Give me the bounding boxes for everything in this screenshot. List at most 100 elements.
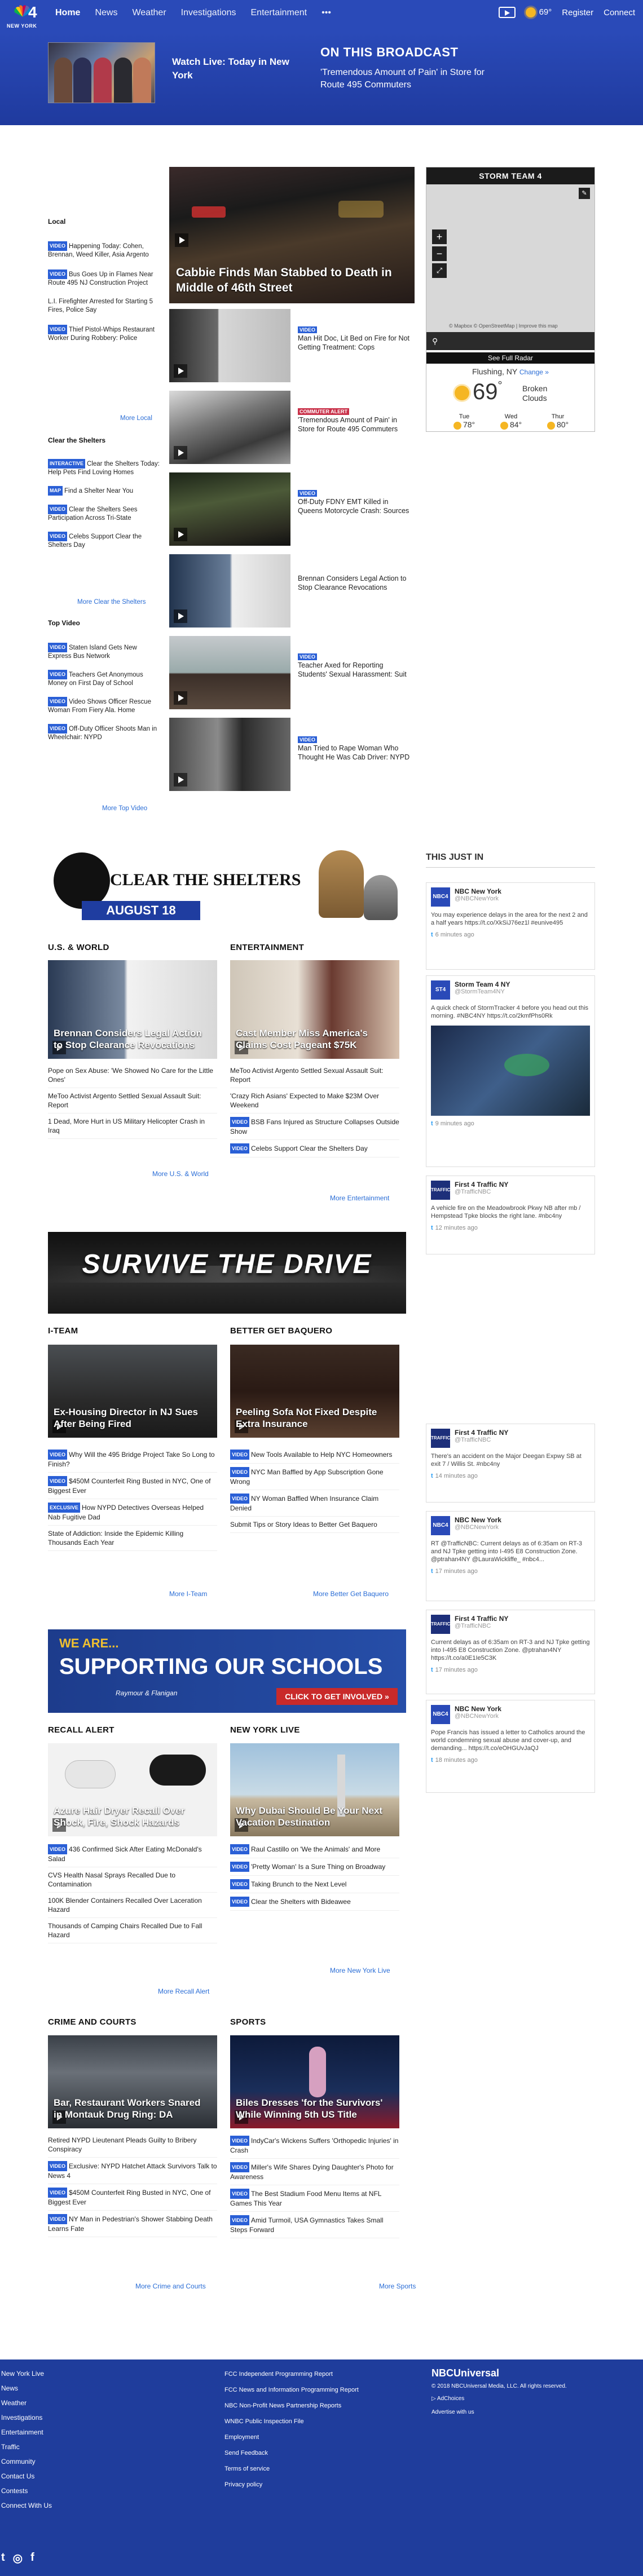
survive-the-drive-banner[interactable]: SURVIVE THE DRIVE xyxy=(48,1232,406,1314)
footer-link[interactable]: WNBC Public Inspection File xyxy=(224,2414,359,2429)
mid-story-item[interactable]: COMMUTER ALERT 'Tremendous Amount of Pain… xyxy=(298,408,413,434)
list-item[interactable]: VIDEO Amid Turmoil, USA Gymnastics Takes … xyxy=(230,2212,399,2238)
advertise-link[interactable]: Advertise with us xyxy=(431,2409,474,2415)
story-thumb[interactable] xyxy=(169,554,290,628)
local-item[interactable]: VIDEO Thief Pistol-Whips Restaurant Worke… xyxy=(48,325,161,343)
list-item[interactable]: VIDEO Taking Brunch to the Next Level xyxy=(230,1876,399,1893)
list-item[interactable]: VIDEO 436 Confirmed Sick After Eating McD… xyxy=(48,1841,217,1867)
nbc4-logo[interactable]: 4 NEW YORK xyxy=(6,3,39,30)
feed-card[interactable]: TRAFFIC First 4 Traffic NY @TrafficNBC A… xyxy=(426,1176,595,1254)
more-i-team-link[interactable]: More I-Team xyxy=(169,1590,207,1598)
footer-link[interactable]: Traffic xyxy=(1,2440,52,2454)
feed-card[interactable]: NBC4 NBC New York @NBCNewYork RT @Traffi… xyxy=(426,1511,595,1601)
sports-thumb[interactable]: Biles Dresses 'for the Survivors' While … xyxy=(230,2035,399,2128)
footer-link[interactable]: Contests xyxy=(1,2484,52,2498)
feed-card[interactable]: NBC4 NBC New York @NBCNewYork Pope Franc… xyxy=(426,1700,595,1793)
crime-thumb[interactable]: Bar, Restaurant Workers Snared in Montau… xyxy=(48,2035,217,2128)
nav-more-button[interactable]: ••• xyxy=(322,8,331,18)
recall-thumb[interactable]: Azure Hair Dryer Recall Over Shock, Fire… xyxy=(48,1743,217,1836)
list-item[interactable]: VIDEO NYC Man Baffled by App Subscription… xyxy=(230,1464,399,1490)
list-item[interactable]: VIDEO BSB Fans Injured as Structure Colla… xyxy=(230,1114,399,1140)
entertainment-thumb[interactable]: Cast Member Miss America's Claims Cost P… xyxy=(230,960,399,1059)
ny-live-thumb[interactable]: Why Dubai Should Be Your Next Vacation D… xyxy=(230,1743,399,1836)
story-thumb[interactable] xyxy=(169,472,290,546)
more-entertainment-link[interactable]: More Entertainment xyxy=(330,1194,389,1202)
nav-news[interactable]: News xyxy=(95,8,117,18)
feed-card[interactable]: ST4 Storm Team 4 NY @StormTeam4NY A quic… xyxy=(426,975,595,1167)
mid-story-item[interactable]: VIDEO Teacher Axed for Reporting Students… xyxy=(298,653,413,679)
list-item[interactable]: VIDEO IndyCar's Wickens Suffers 'Orthoped… xyxy=(230,2132,399,2159)
register-link[interactable]: Register xyxy=(562,8,593,17)
radar-timeline[interactable]: ⚲ xyxy=(426,332,594,350)
list-item[interactable]: VIDEO Celebs Support Clear the Shelters D… xyxy=(230,1140,399,1157)
list-item[interactable]: Retired NYPD Lieutenant Pleads Guilty to… xyxy=(48,2132,217,2158)
more-top-video-link[interactable]: More Top Video xyxy=(102,805,147,812)
footer-link[interactable]: Terms of service xyxy=(224,2461,359,2477)
mid-story-item[interactable]: VIDEO Off-Duty FDNY EMT Killed in Queens … xyxy=(298,489,413,515)
footer-link[interactable]: Contact Us xyxy=(1,2469,52,2484)
footer-link[interactable]: Privacy policy xyxy=(224,2477,359,2493)
connect-link[interactable]: Connect xyxy=(604,8,635,17)
i-team-thumb[interactable]: Ex-Housing Director in NJ Sues After Bei… xyxy=(48,1345,217,1438)
list-item[interactable]: Pope on Sex Abuse: 'We Showed No Care fo… xyxy=(48,1063,217,1088)
local-item[interactable]: VIDEO Happening Today: Cohen, Brennan, We… xyxy=(48,241,161,259)
footer-link[interactable]: Employment xyxy=(224,2429,359,2445)
list-item[interactable]: EXCLUSIVE How NYPD Detectives Overseas He… xyxy=(48,1499,217,1526)
change-location-link[interactable]: Change » xyxy=(519,368,549,376)
footer-link[interactable]: Send Feedback xyxy=(224,2445,359,2461)
zoom-out-button[interactable]: − xyxy=(432,246,447,261)
list-item[interactable]: VIDEO The Best Stadium Food Menu Items at… xyxy=(230,2185,399,2212)
more-sports-link[interactable]: More Sports xyxy=(379,2282,416,2290)
see-full-radar-button[interactable]: See Full Radar xyxy=(426,352,594,364)
top-video-item[interactable]: VIDEO Staten Island Gets New Express Bus … xyxy=(48,643,161,661)
broadcast-anchors-image[interactable] xyxy=(48,42,155,103)
mid-story-item[interactable]: VIDEO Man Tried to Rape Woman Who Thought… xyxy=(298,736,413,762)
clear-shelters-item[interactable]: VIDEO Celebs Support Clear the Shelters D… xyxy=(48,532,161,550)
list-item[interactable]: VIDEO Why Will the 495 Bridge Project Tak… xyxy=(48,1446,217,1473)
story-thumb[interactable] xyxy=(169,636,290,709)
top-video-item[interactable]: VIDEO Off-Duty Officer Shoots Man in Whee… xyxy=(48,724,161,742)
top-video-item[interactable]: VIDEO Video Shows Officer Rescue Woman Fr… xyxy=(48,697,161,715)
list-item[interactable]: VIDEO Miller's Wife Shares Dying Daughter… xyxy=(230,2159,399,2185)
watch-live-link[interactable]: Watch Live: Today in New York xyxy=(172,55,302,82)
local-item[interactable]: L.I. Firefighter Arrested for Starting 5… xyxy=(48,298,161,315)
local-item[interactable]: VIDEO Bus Goes Up in Flames Near Route 49… xyxy=(48,269,161,288)
more-local-link[interactable]: More Local xyxy=(120,415,152,422)
tv-live-icon[interactable] xyxy=(498,7,516,18)
more-ny-live-link[interactable]: More New York Live xyxy=(330,1967,390,1974)
us-world-thumb[interactable]: Brennan Considers Legal Action to Stop C… xyxy=(48,960,217,1059)
more-clear-shelters-link[interactable]: More Clear the Shelters xyxy=(77,599,146,606)
list-item[interactable]: VIDEO $450M Counterfeit Ring Busted in NY… xyxy=(48,1473,217,1499)
story-thumb[interactable] xyxy=(169,391,290,464)
clear-shelters-item[interactable]: VIDEO Clear the Shelters Sees Participati… xyxy=(48,505,161,523)
more-recall-link[interactable]: More Recall Alert xyxy=(158,1987,209,1995)
facebook-icon[interactable]: f xyxy=(30,2551,34,2565)
mid-story-item[interactable]: VIDEO Man Hit Doc, Lit Bed on Fire for No… xyxy=(298,326,413,352)
list-item[interactable]: VIDEO $450M Counterfeit Ring Busted in NY… xyxy=(48,2184,217,2211)
footer-link[interactable]: Entertainment xyxy=(1,2425,52,2440)
list-item[interactable]: 'Crazy Rich Asians' Expected to Make $23… xyxy=(230,1088,399,1114)
footer-link[interactable]: Connect With Us xyxy=(1,2498,52,2513)
list-item[interactable]: VIDEO NY Woman Baffled When Insurance Cla… xyxy=(230,1490,399,1517)
footer-link[interactable]: FCC Independent Programming Report xyxy=(224,2366,359,2382)
story-thumb[interactable] xyxy=(169,718,290,791)
feed-card[interactable]: TRAFFIC First 4 Traffic NY @TrafficNBC C… xyxy=(426,1610,595,1694)
list-item[interactable]: VIDEO New Tools Available to Help NYC Hom… xyxy=(230,1446,399,1464)
footer-link[interactable]: New York Live xyxy=(1,2366,52,2381)
twitter-icon[interactable]: t xyxy=(1,2551,5,2565)
list-item[interactable]: VIDEO Exclusive: NYPD Hatchet Attack Surv… xyxy=(48,2158,217,2184)
edit-icon[interactable]: ✎ xyxy=(579,188,590,199)
clear-the-shelters-banner[interactable]: CLEAR THE SHELTERS AUGUST 18 xyxy=(48,847,403,943)
list-item[interactable]: MeToo Activist Argento Settled Sexual As… xyxy=(48,1088,217,1114)
fullscreen-icon[interactable]: ⤢ xyxy=(432,263,447,278)
feed-card[interactable]: NBC4 NBC New York @NBCNewYork You may ex… xyxy=(426,882,595,970)
list-item[interactable]: VIDEO Raul Castillo on 'We the Animals' a… xyxy=(230,1841,399,1858)
instagram-icon[interactable]: ◎ xyxy=(13,2551,23,2565)
header-weather[interactable]: 69° xyxy=(525,7,552,18)
list-item[interactable]: VIDEO Clear the Shelters with Bideawee xyxy=(230,1893,399,1911)
footer-link[interactable]: FCC News and Information Programming Rep… xyxy=(224,2382,359,2398)
zoom-in-button[interactable]: + xyxy=(432,229,447,244)
footer-link[interactable]: News xyxy=(1,2381,52,2396)
nav-investigations[interactable]: Investigations xyxy=(181,8,236,18)
baquero-thumb[interactable]: Peeling Sofa Not Fixed Despite Extra Ins… xyxy=(230,1345,399,1438)
